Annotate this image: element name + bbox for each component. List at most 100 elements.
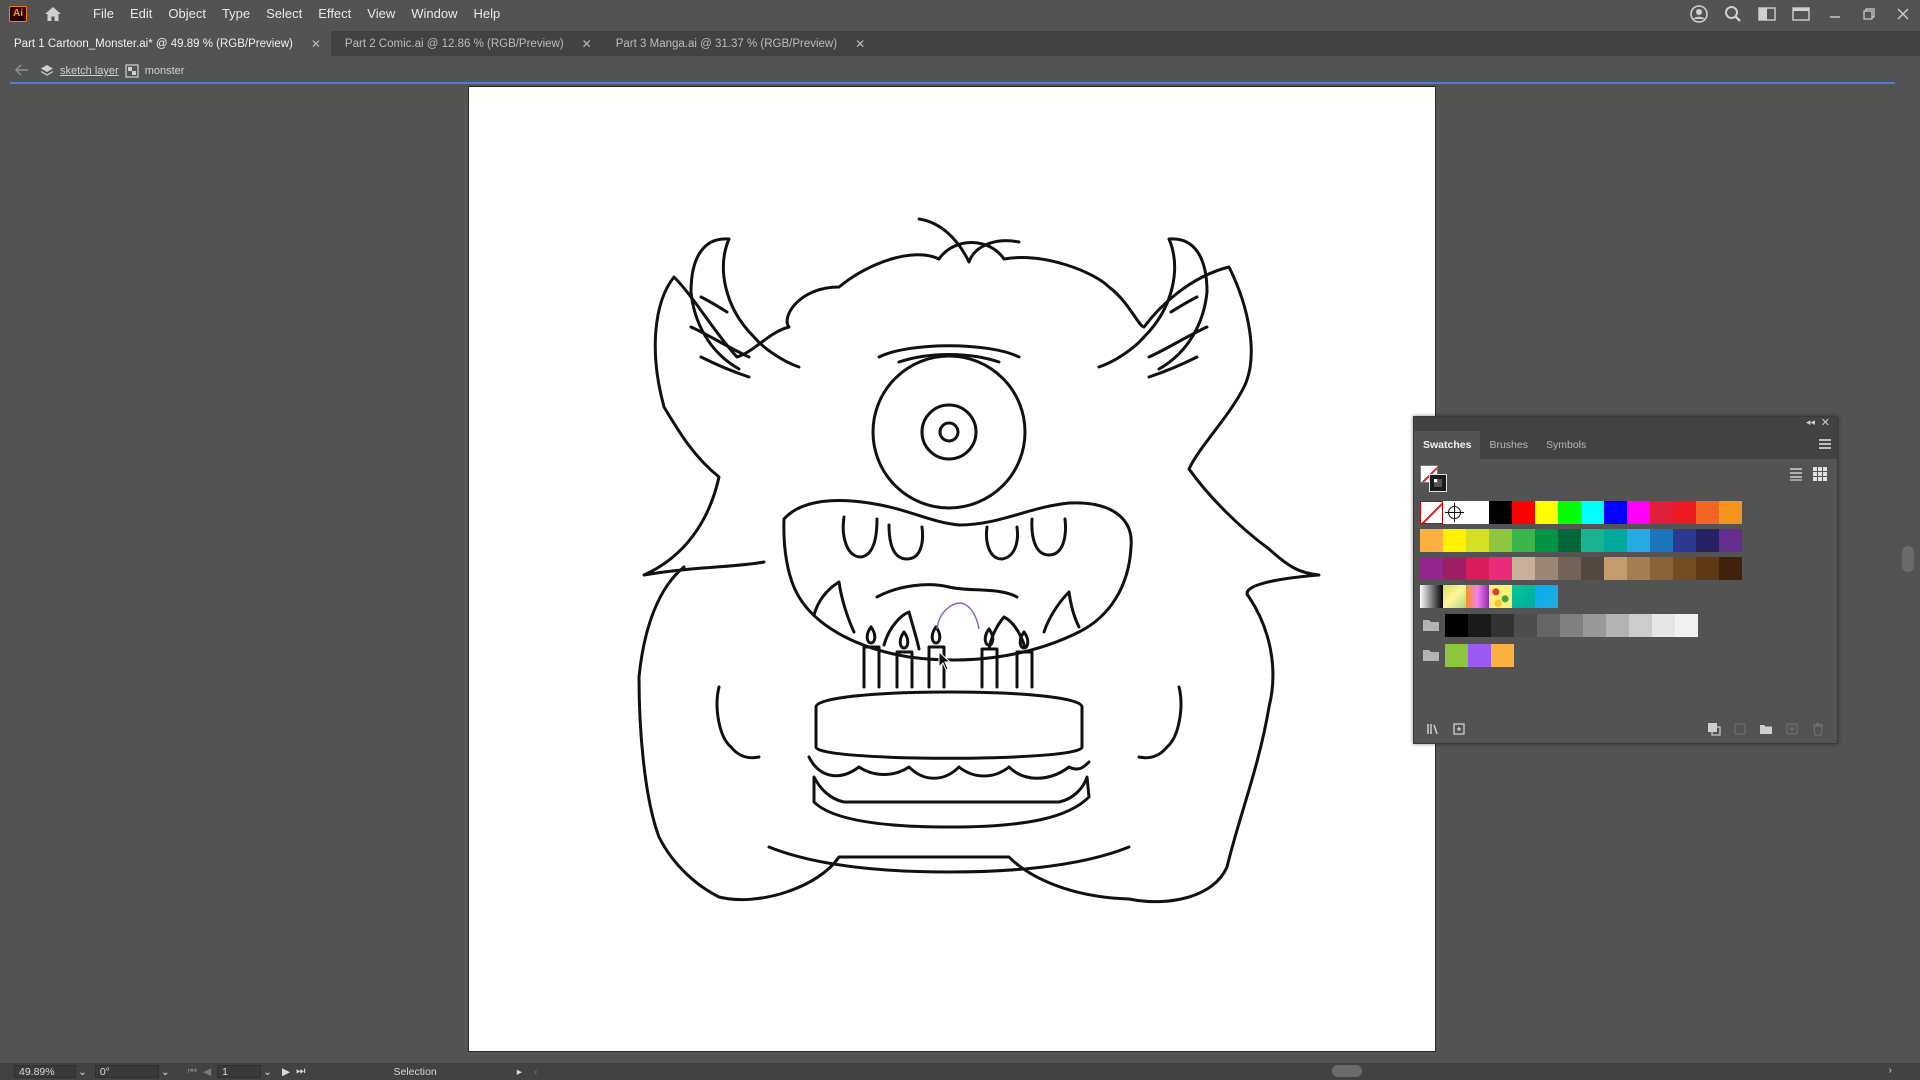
close-tab-icon[interactable]: ✕ <box>311 37 321 51</box>
swatch-gradient-5[interactable] <box>1512 585 1535 608</box>
swatch-gradient-3[interactable] <box>1466 585 1489 608</box>
new-color-group-icon[interactable] <box>1733 722 1747 736</box>
swatch-gray-6[interactable] <box>1560 614 1583 637</box>
close-window-icon[interactable] <box>1886 0 1920 27</box>
swatch-color-9[interactable] <box>1604 557 1627 580</box>
swatch-gray-8[interactable] <box>1606 614 1629 637</box>
menu-type[interactable]: Type <box>214 6 258 21</box>
menu-view[interactable]: View <box>359 6 403 21</box>
workspace-switcher-icon[interactable] <box>1784 0 1818 27</box>
swatch-color-1[interactable] <box>1466 501 1489 524</box>
home-icon[interactable] <box>43 4 63 24</box>
swatch-color-12[interactable] <box>1673 529 1696 552</box>
swatch-gray-9[interactable] <box>1629 614 1652 637</box>
swatch-color-9[interactable] <box>1604 529 1627 552</box>
swatch-gradient-1[interactable] <box>1420 585 1443 608</box>
swatch-color-10[interactable] <box>1627 529 1650 552</box>
status-menu-arrow-icon[interactable]: ▸ <box>517 1066 522 1078</box>
breadcrumb-group[interactable]: monster <box>125 64 184 78</box>
swatch-color-8[interactable] <box>1627 501 1650 524</box>
swatch-registration[interactable] <box>1443 501 1466 524</box>
swatch-bright-1[interactable] <box>1445 644 1468 667</box>
tab-symbols[interactable]: Symbols <box>1537 431 1595 459</box>
swatch-color-1[interactable] <box>1420 529 1443 552</box>
menu-help[interactable]: Help <box>465 6 508 21</box>
list-view-icon[interactable] <box>1789 467 1803 481</box>
color-group-folder-icon[interactable] <box>1422 648 1440 662</box>
swatch-color-7[interactable] <box>1558 529 1581 552</box>
swatch-color-8[interactable] <box>1581 529 1604 552</box>
swatch-color-6[interactable] <box>1535 557 1558 580</box>
swatch-gradient-4[interactable] <box>1489 585 1512 608</box>
swatch-color-1[interactable] <box>1420 557 1443 580</box>
artboard-dropdown-icon[interactable]: ⌄ <box>263 1066 272 1078</box>
swatch-color-11[interactable] <box>1650 557 1673 580</box>
swatch-gray-7[interactable] <box>1583 614 1606 637</box>
document-tab-cartoon-monster[interactable]: Part 1 Cartoon_Monster.ai* @ 49.89 % (RG… <box>0 31 331 56</box>
scroll-left-icon[interactable]: ‹ <box>534 1066 538 1078</box>
tab-swatches[interactable]: Swatches <box>1414 431 1481 459</box>
swatch-color-14[interactable] <box>1719 529 1742 552</box>
close-panel-icon[interactable]: ✕ <box>1821 416 1830 429</box>
horizontal-scroll-thumb[interactable] <box>1332 1065 1362 1077</box>
swatch-color-3[interactable] <box>1512 501 1535 524</box>
swatch-color-7[interactable] <box>1604 501 1627 524</box>
monster-illustration[interactable] <box>469 87 1437 1053</box>
swatch-gray-2[interactable] <box>1468 614 1491 637</box>
menu-select[interactable]: Select <box>258 6 310 21</box>
swatch-color-3[interactable] <box>1466 557 1489 580</box>
swatch-libraries-icon[interactable] <box>1426 722 1440 736</box>
vertical-scrollbar[interactable] <box>1896 56 1920 1064</box>
swatch-color-2[interactable] <box>1443 529 1466 552</box>
swatch-color-7[interactable] <box>1558 557 1581 580</box>
menu-edit[interactable]: Edit <box>122 6 160 21</box>
swatch-gray-3[interactable] <box>1491 614 1514 637</box>
new-folder-icon[interactable] <box>1759 722 1773 736</box>
stroke-swatch[interactable] <box>1429 474 1447 492</box>
swatch-bright-3[interactable] <box>1491 644 1514 667</box>
swatch-color-10[interactable] <box>1673 501 1696 524</box>
swatch-none[interactable] <box>1420 501 1443 524</box>
menu-window[interactable]: Window <box>403 6 465 21</box>
swatch-bright-2[interactable] <box>1468 644 1491 667</box>
swatch-color-12[interactable] <box>1719 501 1742 524</box>
first-artboard-icon[interactable]: ⏮ <box>188 1065 197 1078</box>
swatch-gray-1[interactable] <box>1445 614 1468 637</box>
swatch-color-11[interactable] <box>1650 529 1673 552</box>
menu-effect[interactable]: Effect <box>310 6 359 21</box>
new-swatch-icon[interactable] <box>1785 722 1799 736</box>
close-tab-icon[interactable]: ✕ <box>855 37 865 51</box>
tab-brushes[interactable]: Brushes <box>1480 431 1537 459</box>
fill-stroke-indicator[interactable] <box>1420 465 1450 495</box>
swatch-color-8[interactable] <box>1581 557 1604 580</box>
swatch-gray-11[interactable] <box>1675 614 1698 637</box>
swatch-gray-4[interactable] <box>1514 614 1537 637</box>
zoom-field[interactable]: 49.89% <box>14 1065 76 1078</box>
swatch-color-11[interactable] <box>1696 501 1719 524</box>
swatch-color-10[interactable] <box>1627 557 1650 580</box>
scroll-right-icon[interactable]: › <box>1889 1064 1893 1076</box>
collapse-panel-icon[interactable]: ◂◂ <box>1806 417 1815 428</box>
swatch-gray-10[interactable] <box>1652 614 1675 637</box>
swatch-color-4[interactable] <box>1489 557 1512 580</box>
swatch-color-4[interactable] <box>1535 501 1558 524</box>
panel-menu-icon[interactable] <box>1819 439 1831 449</box>
swatch-color-2[interactable] <box>1489 501 1512 524</box>
rotation-field[interactable]: 0° <box>94 1065 159 1078</box>
previous-artboard-icon[interactable]: ◀ <box>203 1066 211 1078</box>
next-artboard-icon[interactable]: ▶ <box>282 1066 290 1078</box>
back-arrow-icon[interactable] <box>14 63 34 79</box>
arrange-documents-icon[interactable] <box>1750 0 1784 27</box>
swatch-color-9[interactable] <box>1650 501 1673 524</box>
swatch-color-4[interactable] <box>1489 529 1512 552</box>
close-tab-icon[interactable]: ✕ <box>582 37 592 51</box>
rotation-dropdown-icon[interactable]: ⌄ <box>161 1066 170 1078</box>
swatch-options-icon[interactable] <box>1707 722 1721 736</box>
menu-object[interactable]: Object <box>160 6 214 21</box>
vertical-scroll-thumb[interactable] <box>1902 546 1914 572</box>
last-artboard-icon[interactable]: ⏭ <box>296 1065 305 1078</box>
swatch-color-13[interactable] <box>1696 557 1719 580</box>
swatch-gradient-6[interactable] <box>1535 585 1558 608</box>
zoom-dropdown-icon[interactable]: ⌄ <box>78 1066 87 1078</box>
swatch-color-6[interactable] <box>1581 501 1604 524</box>
